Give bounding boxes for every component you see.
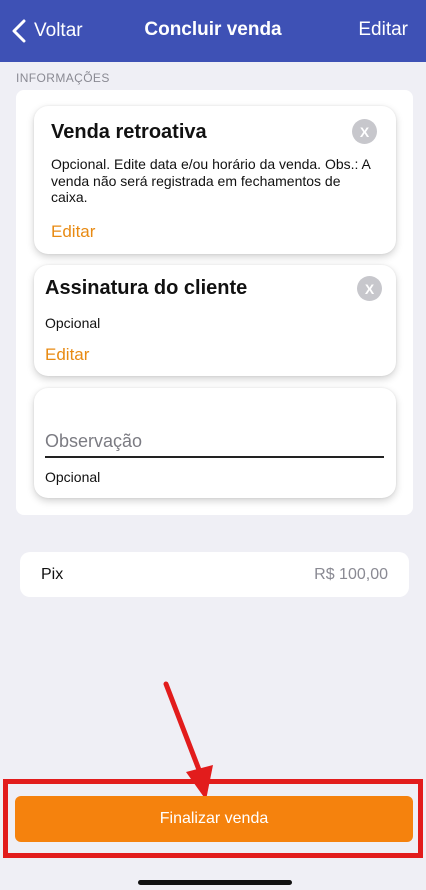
- customer-signature-description: Opcional: [45, 315, 101, 331]
- customer-signature-card: Assinatura do cliente X Opcional Editar: [34, 265, 396, 376]
- navigation-bar: Voltar Concluir venda Editar: [0, 0, 426, 62]
- customer-signature-edit-link[interactable]: Editar: [45, 345, 89, 365]
- section-label-informacoes: INFORMAÇÕES: [16, 71, 110, 85]
- payment-method: Pix: [41, 566, 64, 583]
- edit-button[interactable]: Editar: [358, 19, 408, 41]
- payment-amount: R$ 100,00: [314, 566, 388, 583]
- home-indicator: [138, 880, 292, 885]
- retroactive-sale-description: Opcional. Edite data e/ou horário da ven…: [51, 156, 371, 205]
- back-label: Voltar: [34, 20, 83, 41]
- observation-card: Opcional: [34, 388, 396, 498]
- chevron-left-icon: [12, 19, 26, 43]
- close-icon[interactable]: X: [352, 119, 377, 144]
- finalize-sale-button[interactable]: Finalizar venda: [15, 796, 413, 842]
- retroactive-sale-title: Venda retroativa: [51, 121, 207, 143]
- payment-row[interactable]: Pix R$ 100,00: [20, 552, 409, 597]
- observation-helper-text: Opcional: [45, 469, 101, 485]
- customer-signature-title: Assinatura do cliente: [45, 277, 248, 299]
- close-icon[interactable]: X: [357, 276, 382, 301]
- retroactive-sale-card: Venda retroativa X Opcional. Edite data …: [34, 106, 396, 254]
- observation-input[interactable]: [45, 426, 384, 458]
- retroactive-sale-edit-link[interactable]: Editar: [51, 222, 95, 242]
- page-title-text: Concluir venda: [144, 19, 282, 40]
- back-button[interactable]: Voltar: [10, 15, 83, 47]
